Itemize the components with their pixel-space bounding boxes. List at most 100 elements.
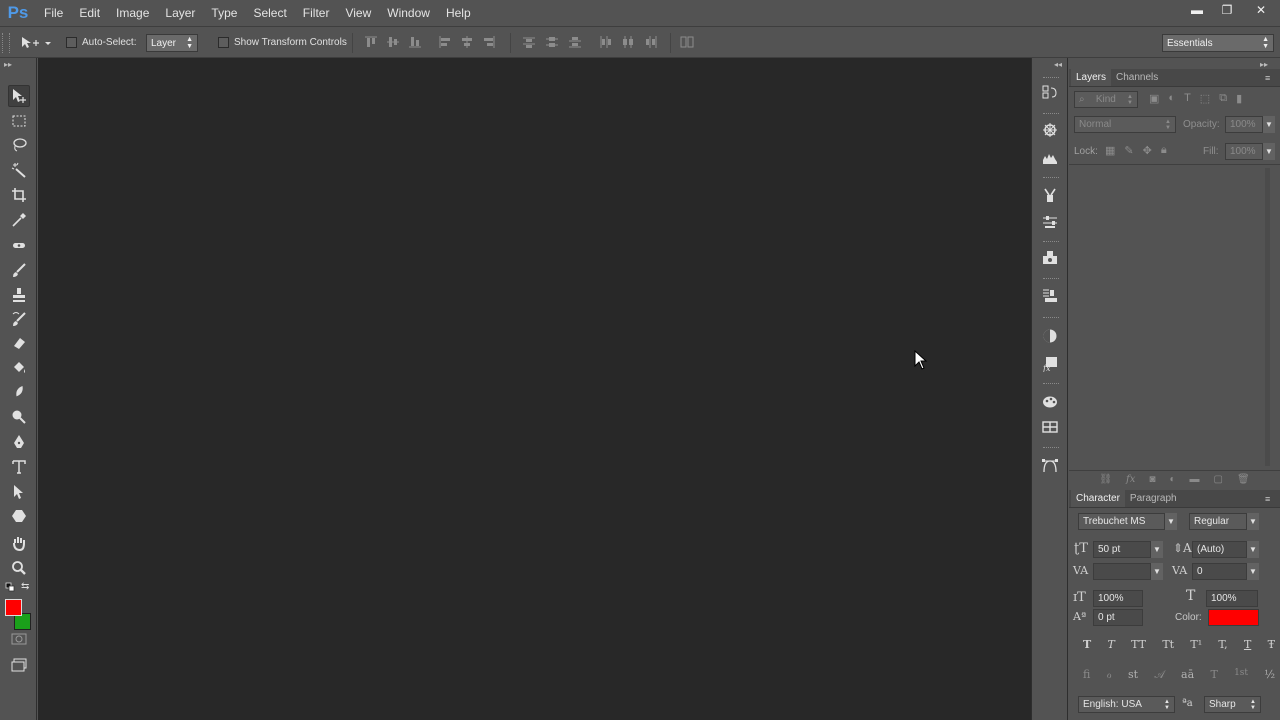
old-style-button[interactable]: ℴ bbox=[1107, 668, 1112, 682]
clone-source-panel-icon[interactable] bbox=[1040, 248, 1060, 268]
brush-tool-icon[interactable] bbox=[8, 259, 30, 281]
menu-file[interactable]: File bbox=[36, 0, 71, 26]
link-layers-icon[interactable]: ⛓ bbox=[1099, 474, 1112, 485]
filter-kind-dropdown[interactable]: ⌕ Kind ▲ ▼ bbox=[1074, 91, 1138, 108]
superscript-button[interactable]: T¹ bbox=[1190, 638, 1202, 651]
kerning-input[interactable] bbox=[1093, 563, 1151, 580]
leading-dropdown-button[interactable]: ▼ bbox=[1246, 541, 1259, 558]
adjustments-panel-icon[interactable] bbox=[1040, 120, 1060, 140]
adjustment-layer-icon[interactable]: ◐ bbox=[1169, 474, 1175, 485]
stylistic-alternates-button[interactable]: aā bbox=[1181, 668, 1194, 682]
lock-position-icon[interactable]: ✥ bbox=[1143, 144, 1152, 157]
type-filter-icon[interactable]: T bbox=[1184, 92, 1191, 105]
antialias-dropdown[interactable]: Sharp ▲ ▼ bbox=[1204, 696, 1261, 713]
collapse-toolbar-icon[interactable]: ▸▸ bbox=[4, 60, 12, 69]
tool-presets-panel-icon[interactable] bbox=[1040, 286, 1060, 306]
all-caps-button[interactable]: TT bbox=[1131, 638, 1146, 651]
options-bar-grip[interactable] bbox=[2, 33, 10, 53]
lasso-tool-icon[interactable] bbox=[8, 134, 30, 156]
lock-transparent-icon[interactable]: ▦ bbox=[1105, 144, 1115, 157]
dock-grip[interactable] bbox=[1043, 383, 1059, 385]
paint-bucket-tool-icon[interactable] bbox=[8, 357, 30, 379]
screen-mode-icon[interactable] bbox=[8, 654, 30, 676]
layers-list[interactable] bbox=[1069, 164, 1280, 470]
opacity-dropdown-button[interactable]: ▼ bbox=[1262, 116, 1275, 133]
subscript-button[interactable]: T, bbox=[1218, 638, 1227, 651]
healing-brush-tool-icon[interactable] bbox=[8, 234, 30, 256]
kerning-dropdown-button[interactable]: ▼ bbox=[1150, 563, 1163, 580]
dock-grip[interactable] bbox=[1043, 113, 1059, 115]
ligatures-button[interactable]: fi bbox=[1083, 668, 1090, 682]
histogram-panel-icon[interactable] bbox=[1040, 148, 1060, 168]
default-colors-icon[interactable] bbox=[5, 582, 15, 595]
menu-view[interactable]: View bbox=[337, 0, 379, 26]
move-tool-icon[interactable] bbox=[8, 85, 30, 107]
align-left-icon[interactable] bbox=[438, 35, 452, 52]
menu-select[interactable]: Select bbox=[245, 0, 294, 26]
pixel-filter-icon[interactable]: ▣ bbox=[1149, 92, 1159, 105]
distribute-right-icon[interactable] bbox=[644, 35, 658, 52]
crop-tool-icon[interactable] bbox=[8, 184, 30, 206]
fx-icon[interactable]: fx bbox=[1126, 474, 1135, 485]
history-brush-tool-icon[interactable] bbox=[8, 308, 30, 330]
distribute-top-icon[interactable] bbox=[522, 35, 536, 52]
swash-button[interactable]: 𝒜 bbox=[1154, 668, 1164, 682]
opacity-input[interactable]: 100% bbox=[1225, 116, 1263, 133]
menu-type[interactable]: Type bbox=[203, 0, 245, 26]
new-layer-icon[interactable]: ▢ bbox=[1213, 474, 1222, 485]
blur-tool-icon[interactable] bbox=[8, 381, 30, 403]
paths-panel-icon[interactable] bbox=[1040, 456, 1060, 476]
brush-panel-icon[interactable] bbox=[1040, 212, 1060, 232]
titling-button[interactable]: T bbox=[1210, 668, 1217, 682]
dock-grip[interactable] bbox=[1043, 317, 1059, 319]
align-bottom-icon[interactable] bbox=[408, 35, 422, 52]
close-button[interactable]: ✕ bbox=[1242, 0, 1280, 20]
distribute-vcenter-icon[interactable] bbox=[545, 35, 559, 52]
adjustment-filter-icon[interactable]: ◐ bbox=[1168, 92, 1175, 105]
font-family-dropdown-button[interactable]: ▼ bbox=[1164, 513, 1177, 530]
small-caps-button[interactable]: Tt bbox=[1162, 638, 1174, 651]
tracking-input[interactable]: 0 bbox=[1192, 563, 1247, 580]
document-area[interactable] bbox=[38, 58, 1031, 720]
distribute-bottom-icon[interactable] bbox=[568, 35, 582, 52]
panel-menu-icon[interactable]: ≡ bbox=[1265, 73, 1270, 83]
tab-character[interactable]: Character bbox=[1071, 490, 1125, 507]
auto-align-layers-icon[interactable] bbox=[680, 35, 694, 52]
workspace-dropdown[interactable]: Essentials ▲ ▼ bbox=[1162, 34, 1274, 52]
fractions-button[interactable]: ½ bbox=[1264, 668, 1275, 682]
color-panel-icon[interactable] bbox=[1040, 326, 1060, 346]
shape-tool-icon[interactable] bbox=[8, 505, 30, 527]
align-vcenter-icon[interactable] bbox=[386, 35, 400, 52]
brush-presets-panel-icon[interactable] bbox=[1040, 185, 1060, 205]
dock-grip[interactable] bbox=[1043, 177, 1059, 179]
eraser-tool-icon[interactable] bbox=[8, 332, 30, 354]
styles-panel-icon[interactable]: fx bbox=[1040, 354, 1060, 374]
delete-layer-icon[interactable]: 🗑︎ bbox=[1237, 474, 1250, 485]
tracking-dropdown-button[interactable]: ▼ bbox=[1246, 563, 1259, 580]
language-dropdown[interactable]: English: USA ▲ ▼ bbox=[1078, 696, 1175, 713]
ordinals-button[interactable]: 1st bbox=[1234, 668, 1248, 682]
faux-bold-button[interactable]: T bbox=[1083, 638, 1091, 651]
quick-mask-icon[interactable] bbox=[8, 628, 30, 650]
font-style-input[interactable]: Regular bbox=[1189, 513, 1247, 530]
text-color-swatch[interactable] bbox=[1208, 609, 1259, 626]
auto-select-checkbox[interactable] bbox=[66, 37, 77, 48]
show-transform-checkbox[interactable] bbox=[218, 37, 229, 48]
distribute-hcenter-icon[interactable] bbox=[621, 35, 635, 52]
type-tool-icon[interactable] bbox=[8, 456, 30, 478]
tab-channels[interactable]: Channels bbox=[1111, 69, 1163, 86]
clone-stamp-tool-icon[interactable] bbox=[8, 284, 30, 306]
dock-grip[interactable] bbox=[1043, 77, 1059, 79]
shape-filter-icon[interactable]: ⬚ bbox=[1200, 92, 1210, 105]
pen-tool-icon[interactable] bbox=[8, 431, 30, 453]
panel-menu-icon[interactable]: ≡ bbox=[1265, 494, 1270, 504]
vertical-scale-input[interactable]: 100% bbox=[1093, 590, 1143, 607]
filter-toggle-icon[interactable]: ▮ bbox=[1236, 92, 1242, 105]
horizontal-scale-input[interactable]: 100% bbox=[1206, 590, 1258, 607]
hand-tool-icon[interactable] bbox=[8, 532, 30, 554]
tab-layers[interactable]: Layers bbox=[1071, 69, 1112, 86]
menu-filter[interactable]: Filter bbox=[295, 0, 338, 26]
fill-dropdown-button[interactable]: ▼ bbox=[1262, 143, 1275, 160]
dodge-tool-icon[interactable] bbox=[8, 406, 30, 428]
collapse-panels-icon[interactable]: ▸▸ bbox=[1260, 60, 1268, 69]
